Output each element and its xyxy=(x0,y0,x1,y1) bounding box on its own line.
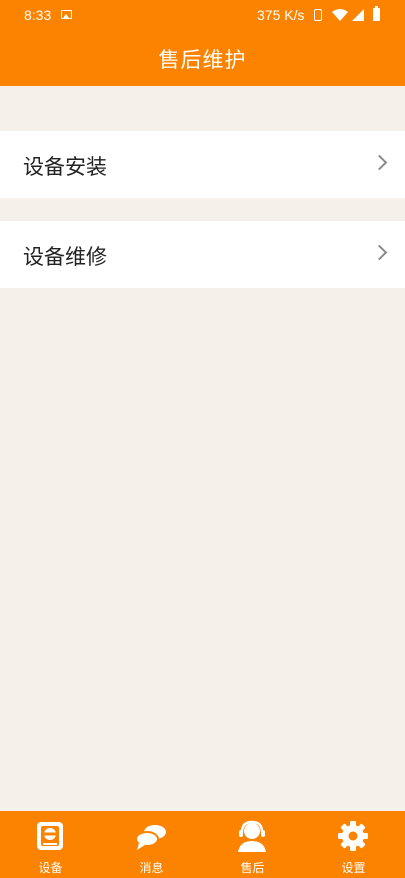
battery-icon xyxy=(373,6,380,21)
wifi-icon xyxy=(332,9,348,21)
network-speed: 375 K/s xyxy=(257,7,305,23)
gear-icon xyxy=(338,821,368,851)
menu-item-device-repair[interactable]: 设备维修 xyxy=(0,221,405,288)
tab-label: 设备 xyxy=(38,861,63,875)
support-icon xyxy=(238,820,266,852)
page-title: 售后维护 xyxy=(158,48,247,72)
tab-label: 设置 xyxy=(341,861,366,875)
tab-device[interactable]: 设备 xyxy=(0,811,101,878)
chevron-right-icon xyxy=(371,244,388,261)
menu-item-label: 设备安装 xyxy=(23,155,107,179)
vibrate-icon xyxy=(314,9,322,21)
chevron-right-icon xyxy=(371,154,388,171)
tab-message[interactable]: 消息 xyxy=(101,811,202,878)
status-time: 8:33 xyxy=(24,7,52,23)
bottom-tab-bar: 设备 消息 售后 设置 xyxy=(0,811,405,878)
menu-item-device-install[interactable]: 设备安装 xyxy=(0,131,405,198)
device-icon xyxy=(37,822,63,850)
tab-support[interactable]: 售后 xyxy=(202,811,303,878)
tab-label: 售后 xyxy=(240,861,265,875)
tab-label: 消息 xyxy=(139,861,164,875)
menu-item-label: 设备维修 xyxy=(23,245,107,269)
status-bar: 8:33 375 K/s xyxy=(0,0,405,30)
tab-settings[interactable]: 设置 xyxy=(303,811,404,878)
app-header: 8:33 375 K/s 售后维护 xyxy=(0,0,405,86)
message-icon xyxy=(135,825,166,850)
image-notification-icon xyxy=(61,10,72,19)
cellular-signal-icon xyxy=(352,9,364,21)
